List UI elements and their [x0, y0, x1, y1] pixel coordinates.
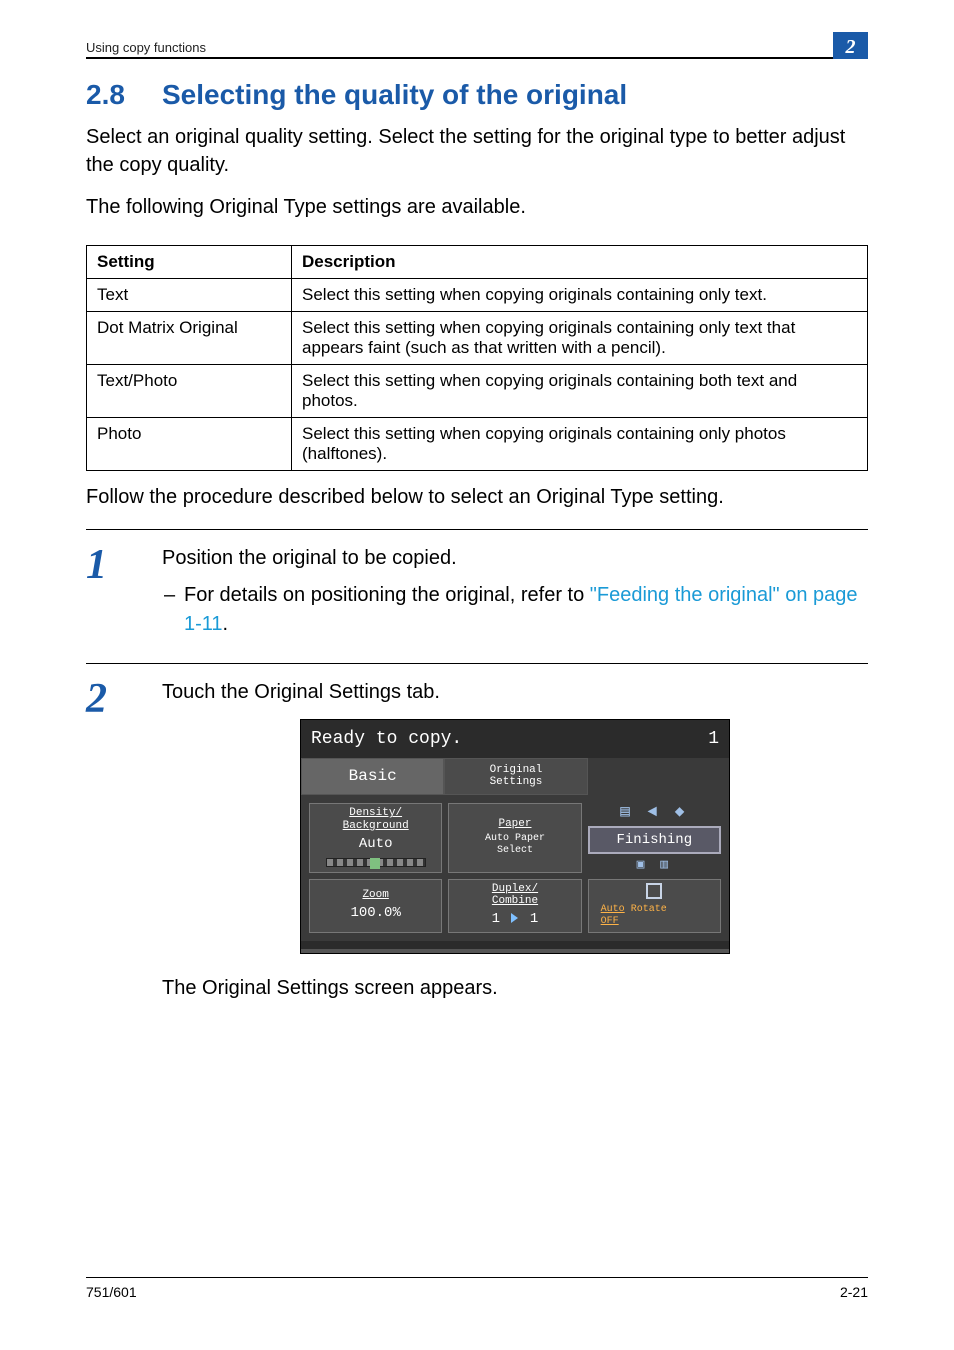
settings-table: Setting Description Text Select this set… [86, 245, 868, 471]
panel-cell-auto-rotate[interactable]: Auto Rotate OFF [588, 879, 721, 933]
panel-cell-density[interactable]: Density/ Background Auto [309, 803, 442, 872]
panel-status-bar: Ready to copy. 1 [301, 720, 729, 758]
th-description: Description [292, 246, 868, 279]
step-2: 2 Touch the Original Settings tab. Ready… [86, 664, 868, 1027]
sub-pre: For details on positioning the original,… [184, 584, 590, 606]
duplex-label: Duplex/ Combine [451, 883, 578, 908]
step-text: Position the original to be copied. [162, 544, 868, 573]
intro-p1: Select an original quality setting. Sele… [86, 123, 868, 179]
chapter-badge: 2 [833, 32, 868, 59]
section-title: Selecting the quality of the original [162, 79, 627, 110]
section-heading: 2.8Selecting the quality of the original [86, 79, 868, 111]
table-row: Text Select this setting when copying or… [87, 279, 868, 312]
cell-setting: Dot Matrix Original [87, 312, 292, 365]
table-row: Photo Select this setting when copying o… [87, 418, 868, 471]
step-text: Touch the Original Settings tab. [162, 678, 868, 707]
cell-desc: Select this setting when copying origina… [292, 312, 868, 365]
cell-setting: Photo [87, 418, 292, 471]
stack-icons: ▣ ▥ [588, 858, 721, 873]
density-value: Auto [312, 836, 439, 852]
header-rule: 2 [86, 57, 868, 59]
sub-post: . [223, 613, 229, 635]
paper-value: Auto Paper Select [451, 833, 578, 856]
footer-left: 751/601 [86, 1284, 137, 1300]
th-setting: Setting [87, 246, 292, 279]
footer-right: 2-21 [840, 1284, 868, 1300]
section-number: 2.8 [86, 79, 162, 111]
table-row: Text/Photo Select this setting when copy… [87, 365, 868, 418]
tab-empty [588, 758, 729, 795]
panel-cell-finishing-area: ▤ ◄ ◆ Finishing ▣ ▥ [588, 803, 721, 872]
auto-rotate-text: Auto Rotate OFF [591, 904, 718, 927]
after-table: Follow the procedure described below to … [86, 483, 868, 511]
intro-p2: The following Original Type settings are… [86, 193, 868, 221]
step-number: 1 [86, 544, 162, 639]
cell-desc: Select this setting when copying origina… [292, 365, 868, 418]
density-label: Density/ Background [312, 807, 439, 832]
paper-label: Paper [451, 818, 578, 831]
duplex-left: 1 [492, 911, 500, 927]
panel-cell-paper[interactable]: Paper Auto Paper Select [448, 803, 581, 872]
panel-status-text: Ready to copy. [311, 726, 462, 752]
table-row: Dot Matrix Original Select this setting … [87, 312, 868, 365]
cell-setting: Text/Photo [87, 365, 292, 418]
step-number: 2 [86, 678, 162, 1003]
duplex-right: 1 [530, 911, 538, 927]
step-subitem: For details on positioning the original,… [162, 581, 868, 639]
panel-cell-duplex[interactable]: Duplex/ Combine 1 1 [448, 879, 581, 933]
tab-original-settings[interactable]: Original Settings [444, 758, 587, 795]
panel-bottom-bar [301, 949, 729, 953]
finishing-icons: ▤ ◄ ◆ [588, 803, 721, 821]
copier-panel: Ready to copy. 1 Basic Original Settings… [300, 719, 730, 954]
duplex-value: 1 1 [451, 911, 578, 927]
arrow-right-icon [511, 913, 518, 923]
finishing-button[interactable]: Finishing [588, 826, 721, 854]
running-head: Using copy functions [86, 40, 868, 55]
panel-cell-zoom[interactable]: Zoom 100.0% [309, 879, 442, 933]
density-gauge-icon [326, 858, 426, 867]
cell-desc: Select this setting when copying origina… [292, 279, 868, 312]
zoom-value: 100.0% [312, 905, 439, 921]
cell-desc: Select this setting when copying origina… [292, 418, 868, 471]
page-icon [646, 883, 662, 899]
step2-after: The Original Settings screen appears. [162, 974, 868, 1003]
cell-setting: Text [87, 279, 292, 312]
tab-basic[interactable]: Basic [301, 758, 444, 795]
panel-copy-count: 1 [708, 726, 719, 752]
zoom-label: Zoom [312, 889, 439, 902]
page-footer: 751/601 2-21 [86, 1277, 868, 1300]
step-1: 1 Position the original to be copied. Fo… [86, 530, 868, 664]
